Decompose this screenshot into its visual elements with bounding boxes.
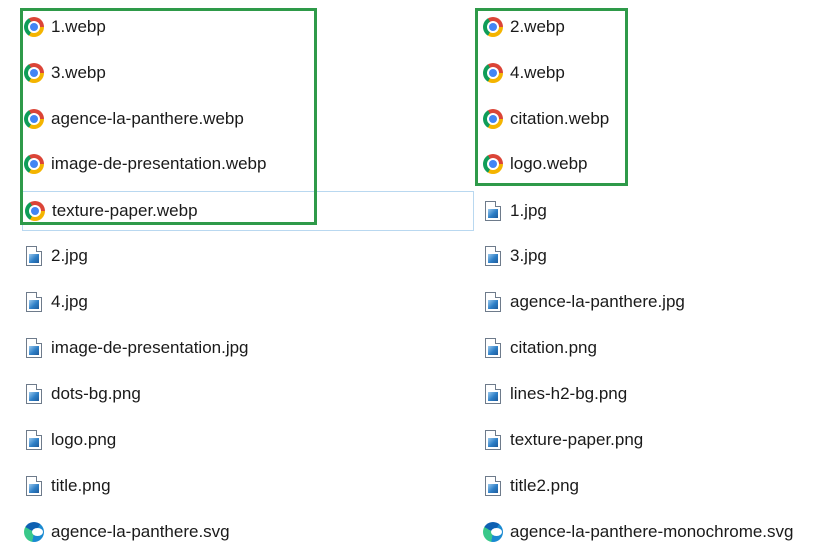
file-name: 2.jpg [51,246,88,265]
file-name: image-de-presentation.jpg [51,338,249,357]
file-item-texture-paper-png[interactable]: texture-paper.png [483,425,783,455]
file-name: 1.webp [51,17,106,36]
chrome-icon [24,17,44,37]
edge-icon [483,522,503,542]
file-name: 3.jpg [510,246,547,265]
file-item-2-webp[interactable]: 2.webp [483,12,783,42]
file-name: title.png [51,476,111,495]
image-file-icon [26,292,42,312]
image-file-icon [485,338,501,358]
file-name: texture-paper.png [510,430,644,449]
file-item-1-webp[interactable]: 1.webp [24,12,304,42]
file-name: agence-la-panthere.jpg [510,292,685,311]
image-file-icon [485,476,501,496]
file-item-3-jpg[interactable]: 3.jpg [483,241,783,271]
file-item-agence-la-panthere-svg[interactable]: agence-la-panthere.svg [24,517,304,547]
chrome-icon [483,154,503,174]
image-file-icon [26,476,42,496]
image-file-icon [485,430,501,450]
file-item-4-jpg[interactable]: 4.jpg [24,287,304,317]
file-item-title2-png[interactable]: title2.png [483,471,783,501]
file-name: 1.jpg [510,201,547,220]
file-item-title-png[interactable]: title.png [24,471,304,501]
chrome-icon [24,154,44,174]
file-item-image-de-presentation-jpg[interactable]: image-de-presentation.jpg [24,333,304,363]
image-file-icon [26,338,42,358]
chrome-icon [24,63,44,83]
image-file-icon [26,384,42,404]
chrome-icon [25,201,45,221]
file-item-4-webp[interactable]: 4.webp [483,58,783,88]
file-item-logo-png[interactable]: logo.png [24,425,304,455]
file-item-logo-webp[interactable]: logo.webp [483,149,783,179]
image-file-icon [485,292,501,312]
image-file-icon [485,246,501,266]
image-file-icon [26,430,42,450]
file-name: logo.webp [510,154,588,173]
file-name: dots-bg.png [51,384,141,403]
file-name: agence-la-panthere.svg [51,522,230,541]
file-name: title2.png [510,476,579,495]
chrome-icon [483,109,503,129]
chrome-icon [483,17,503,37]
file-name: 4.jpg [51,292,88,311]
chrome-icon [24,109,44,129]
file-item-agence-la-panthere-webp[interactable]: agence-la-panthere.webp [24,104,304,134]
edge-icon [24,522,44,542]
file-name: 4.webp [510,63,565,82]
file-name: agence-la-panthere-monochrome.svg [510,522,794,541]
file-name: citation.webp [510,109,610,128]
file-item-2-jpg[interactable]: 2.jpg [24,241,304,271]
chrome-icon [483,63,503,83]
file-item-citation-webp[interactable]: citation.webp [483,104,783,134]
file-name: logo.png [51,430,117,449]
file-item-3-webp[interactable]: 3.webp [24,58,304,88]
file-name: 2.webp [510,17,565,36]
file-name: texture-paper.webp [52,201,198,220]
file-item-agence-la-panthere-jpg[interactable]: agence-la-panthere.jpg [483,287,783,317]
file-item-1-jpg[interactable]: 1.jpg [483,196,783,226]
file-item-texture-paper-webp[interactable]: texture-paper.webp [22,191,474,231]
file-item-citation-png[interactable]: citation.png [483,333,783,363]
file-name: agence-la-panthere.webp [51,109,244,128]
file-item-agence-la-panthere-monochrome-svg[interactable]: agence-la-panthere-monochrome.svg [483,517,819,547]
file-name: citation.png [510,338,597,357]
image-file-icon [26,246,42,266]
file-item-dots-bg-png[interactable]: dots-bg.png [24,379,304,409]
file-name: image-de-presentation.webp [51,154,267,173]
file-name: 3.webp [51,63,106,82]
image-file-icon [485,201,501,221]
file-item-lines-h2-bg-png[interactable]: lines-h2-bg.png [483,379,783,409]
file-item-image-de-presentation-webp[interactable]: image-de-presentation.webp [24,149,304,179]
image-file-icon [485,384,501,404]
file-name: lines-h2-bg.png [510,384,628,403]
